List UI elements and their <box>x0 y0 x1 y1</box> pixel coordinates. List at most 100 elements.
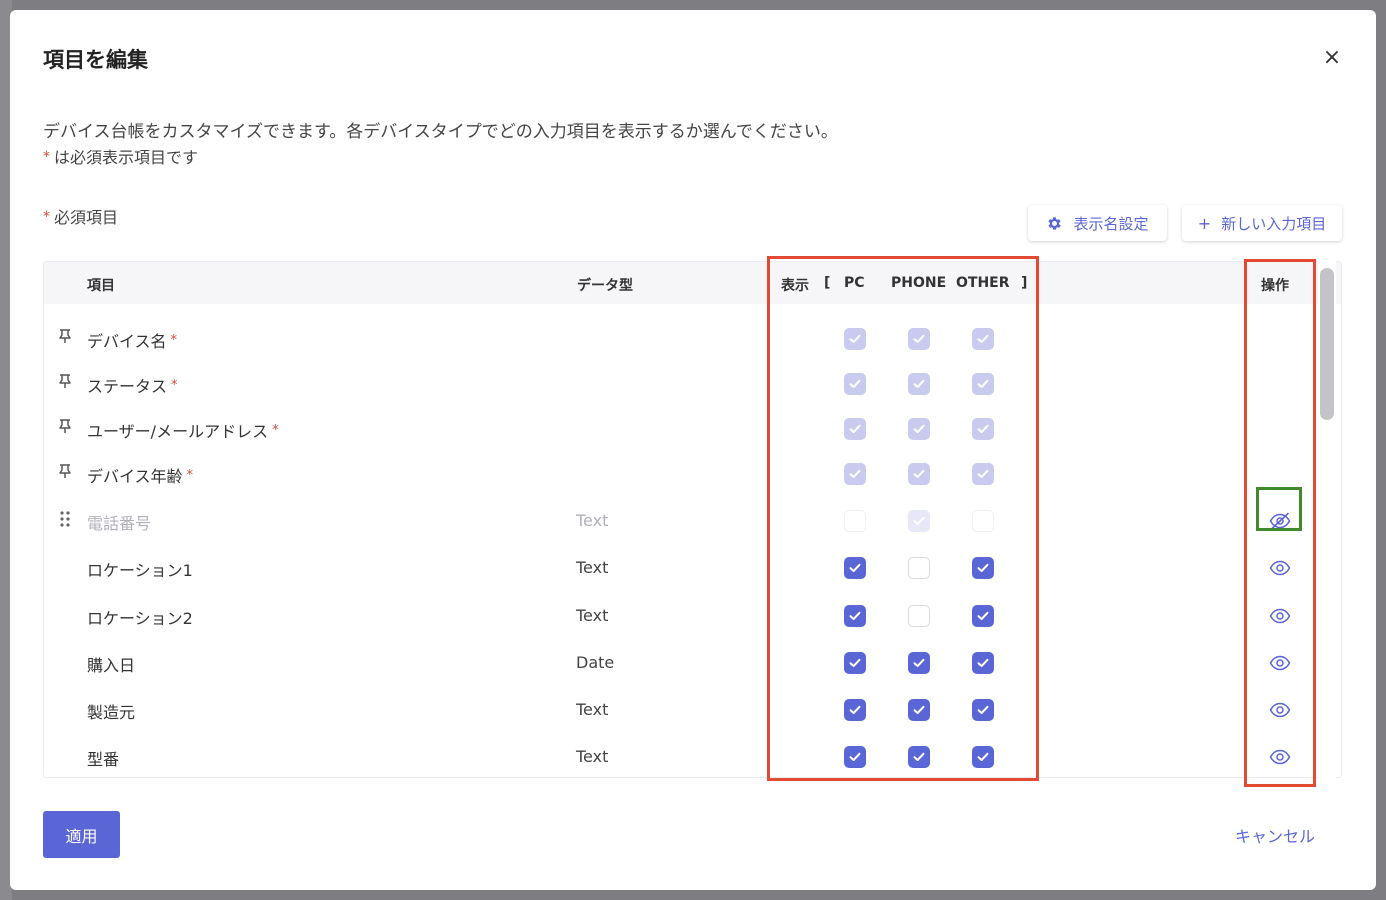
required-star: * <box>186 468 194 483</box>
row-label: 型番 <box>87 746 119 770</box>
table-scrollbar-thumb[interactable] <box>1320 268 1334 420</box>
eye-icon[interactable] <box>1267 744 1293 770</box>
eye-icon[interactable] <box>1267 650 1293 676</box>
checkbox-phone[interactable] <box>908 699 930 721</box>
table-row: 電話番号 Text <box>44 497 1341 543</box>
pin-icon <box>56 418 74 438</box>
check-icon <box>849 379 861 389</box>
checkbox-other[interactable] <box>972 605 994 627</box>
checkbox-other <box>972 418 994 440</box>
check-icon <box>849 705 861 715</box>
row-label: デバイス名 * <box>87 328 177 352</box>
check-icon <box>913 705 925 715</box>
checkbox-phone[interactable] <box>908 652 930 674</box>
check-icon <box>977 379 989 389</box>
header-bracket-close: ] <box>1021 275 1028 291</box>
required-star: * <box>170 333 178 348</box>
row-label-text: 購入日 <box>87 656 136 675</box>
header-data-type: データ型 <box>577 278 633 294</box>
row-data-type: Text <box>576 606 609 625</box>
row-data-type: Text <box>576 747 609 766</box>
check-icon <box>977 563 989 573</box>
drag-handle-icon[interactable] <box>56 510 74 530</box>
row-label-text: デバイス名 <box>87 332 167 351</box>
check-icon <box>913 516 925 526</box>
checkbox-pc[interactable] <box>844 652 866 674</box>
pin-icon <box>56 328 74 348</box>
gear-icon <box>1046 215 1063 232</box>
row-label-text: 電話番号 <box>87 514 152 533</box>
eye-hidden-icon[interactable] <box>1267 508 1293 534</box>
header-item: 項目 <box>87 278 115 294</box>
required-note: * は必須表示項目です <box>43 144 198 168</box>
checkbox-pc <box>844 510 866 532</box>
checkbox-other <box>972 463 994 485</box>
row-label-text: ステータス <box>87 377 168 396</box>
pin-icon <box>56 463 74 483</box>
checkbox-other <box>972 373 994 395</box>
row-label: ユーザー/メールアドレス * <box>87 418 279 442</box>
checkbox-phone <box>908 510 930 532</box>
checkbox-pc[interactable] <box>844 746 866 768</box>
eye-icon[interactable] <box>1267 697 1293 723</box>
checkbox-other[interactable] <box>972 652 994 674</box>
row-data-type: Text <box>576 558 609 577</box>
check-icon <box>977 469 989 479</box>
check-icon <box>913 379 925 389</box>
checkbox-pc[interactable] <box>844 605 866 627</box>
row-label: 電話番号 <box>87 510 151 534</box>
checkbox-other[interactable] <box>972 699 994 721</box>
table-row: 製造元 Text <box>44 686 1341 732</box>
checkbox-phone[interactable] <box>908 605 930 627</box>
edit-items-modal: 項目を編集 × デバイス台帳をカスタマイズできます。各デバイスタイプでどの入力項… <box>10 10 1376 890</box>
checkbox-pc[interactable] <box>844 699 866 721</box>
checkbox-pc <box>844 328 866 350</box>
check-icon <box>849 563 861 573</box>
plus-icon: + <box>1197 213 1212 233</box>
eye-icon[interactable] <box>1267 555 1293 581</box>
check-icon <box>977 705 989 715</box>
row-label-text: 製造元 <box>87 703 136 722</box>
check-icon <box>849 469 861 479</box>
checkbox-other[interactable] <box>972 746 994 768</box>
section-label-text: 必須項目 <box>54 208 119 227</box>
row-label: ステータス * <box>87 373 178 397</box>
check-icon <box>977 424 989 434</box>
row-label: デバイス年齢 * <box>87 463 193 487</box>
header-bracket-open: [ <box>824 275 831 291</box>
required-star: * <box>43 209 50 225</box>
checkbox-phone[interactable] <box>908 557 930 579</box>
checkbox-other[interactable] <box>972 557 994 579</box>
row-label: 購入日 <box>87 652 135 676</box>
checkbox-phone <box>908 373 930 395</box>
required-section-label: * 必須項目 <box>43 204 118 228</box>
checkbox-other <box>972 328 994 350</box>
display-name-settings-label: 表示名設定 <box>1073 214 1149 233</box>
apply-button[interactable]: 適用 <box>43 811 120 858</box>
cancel-button[interactable]: キャンセル <box>1235 823 1315 847</box>
close-button[interactable]: × <box>1320 46 1344 70</box>
table-row: ロケーション1 Text <box>44 544 1341 590</box>
check-icon <box>977 658 989 668</box>
table-row: 型番 Text <box>44 733 1341 777</box>
check-icon <box>913 658 925 668</box>
table-row: ユーザー/メールアドレス * <box>44 405 1341 451</box>
checkbox-pc <box>844 463 866 485</box>
check-icon <box>849 752 861 762</box>
checkbox-phone[interactable] <box>908 746 930 768</box>
background-page <box>0 0 1386 10</box>
checkbox-pc <box>844 373 866 395</box>
eye-icon[interactable] <box>1267 603 1293 629</box>
table-header: 項目 データ型 表示 [ PC PHONE OTHER ] 操作 <box>44 262 1341 304</box>
new-input-item-button[interactable]: + 新しい入力項目 <box>1182 205 1342 241</box>
required-star: * <box>43 149 50 165</box>
check-icon <box>913 752 925 762</box>
check-icon <box>977 611 989 621</box>
check-icon <box>913 469 925 479</box>
header-phone: PHONE <box>891 275 947 291</box>
display-name-settings-button[interactable]: 表示名設定 <box>1028 205 1167 241</box>
row-data-type: Text <box>576 700 609 719</box>
check-icon <box>913 334 925 344</box>
checkbox-pc[interactable] <box>844 557 866 579</box>
required-star: * <box>272 423 279 438</box>
